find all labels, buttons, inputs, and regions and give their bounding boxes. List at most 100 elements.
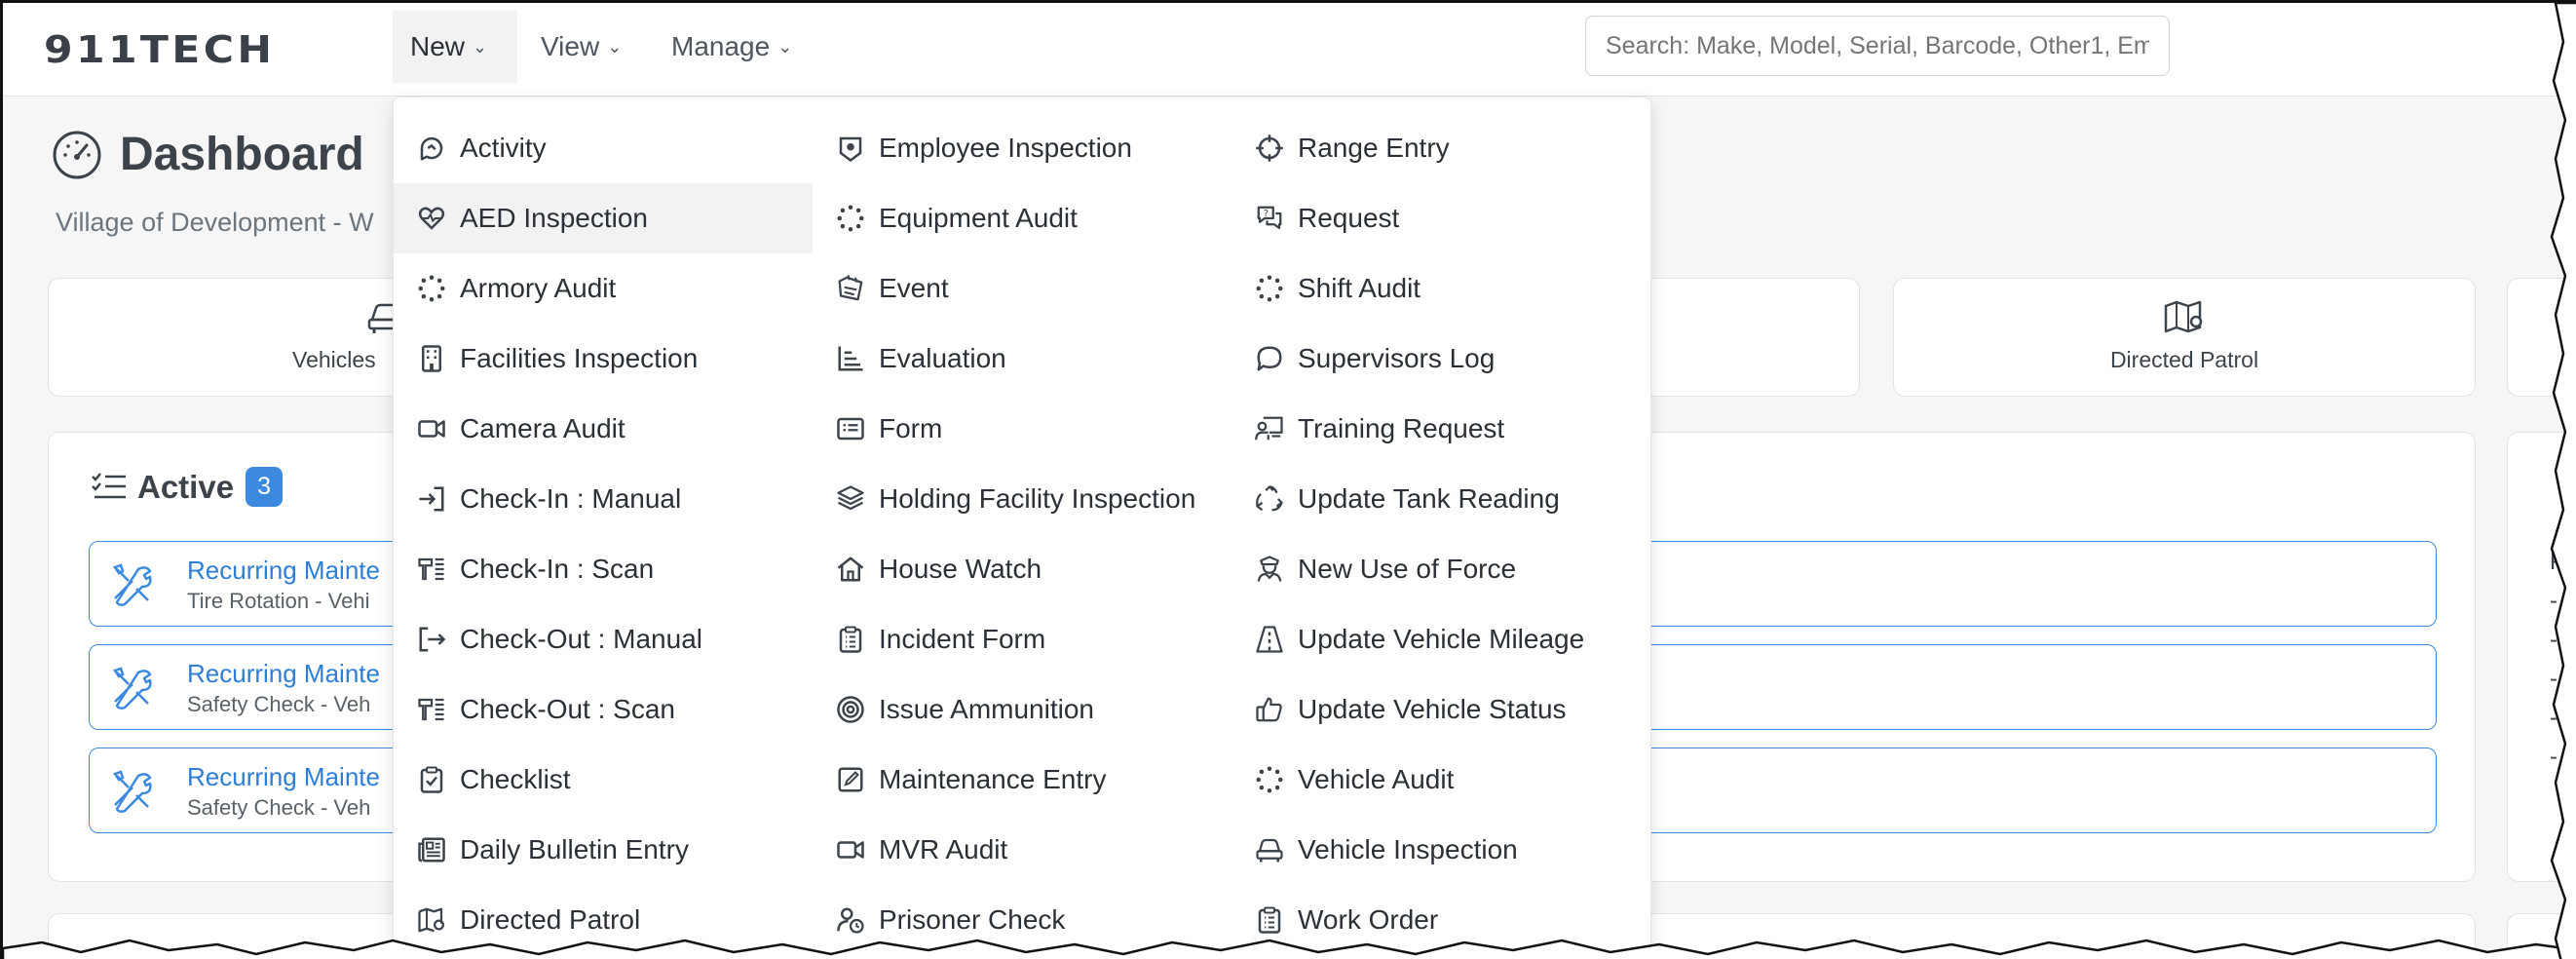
menu-item-event[interactable]: Event bbox=[813, 253, 1231, 324]
task-title[interactable]: Recurring Mainte bbox=[187, 556, 380, 586]
menu-item-form[interactable]: Form bbox=[813, 394, 1231, 464]
menu-item-label: Training Request bbox=[1298, 413, 1505, 443]
menu-item-check-in-manual[interactable]: Check-In : Manual bbox=[394, 464, 813, 534]
task-subtitle: Safety Check - Veh bbox=[187, 795, 371, 820]
sign-out-icon bbox=[419, 627, 446, 652]
task-title[interactable]: Recurring Mainte bbox=[187, 659, 380, 689]
tools-icon bbox=[113, 563, 152, 606]
menu-item-evaluation[interactable]: Evaluation bbox=[813, 324, 1231, 394]
menu-item-label: Evaluation bbox=[879, 343, 1006, 373]
torn-edge-right bbox=[2550, 3, 2576, 959]
menu-item-vehicle-audit[interactable]: Vehicle Audit bbox=[1231, 745, 1650, 815]
id-badge-icon bbox=[839, 136, 862, 163]
menu-item-facilities-inspection[interactable]: Facilities Inspection bbox=[394, 324, 813, 394]
task-title[interactable]: Recurring Mainte bbox=[187, 762, 380, 792]
thumbs-up-icon bbox=[1256, 697, 1282, 722]
torn-edge-bottom bbox=[3, 939, 2576, 959]
house-icon bbox=[837, 556, 864, 582]
menu-item-camera-audit[interactable]: Camera Audit bbox=[394, 394, 813, 464]
menu-item-label: Equipment Audit bbox=[879, 203, 1078, 233]
menu-item-mvr-audit[interactable]: MVR Audit bbox=[813, 815, 1231, 885]
menu-item-label: Supervisors Log bbox=[1298, 343, 1496, 373]
tools-icon bbox=[113, 667, 152, 710]
menu-item-daily-bulletin-entry[interactable]: Daily Bulletin Entry bbox=[394, 815, 813, 885]
menu-item-label: House Watch bbox=[879, 554, 1042, 584]
nav-manage-label: Manage bbox=[671, 31, 771, 61]
svg-text:?: ? bbox=[1264, 209, 1269, 219]
menu-item-label: Incident Form bbox=[879, 624, 1046, 654]
search-input[interactable] bbox=[1585, 16, 2170, 76]
menu-item-label: Facilities Inspection bbox=[460, 343, 699, 373]
barcode-scanner-icon bbox=[418, 557, 444, 581]
menu-item-label: Activity bbox=[460, 133, 547, 163]
menu-item-label: Update Tank Reading bbox=[1298, 483, 1560, 514]
menu-item-shift-audit[interactable]: Shift Audit bbox=[1231, 253, 1650, 324]
nav-manage-menu[interactable]: Manage ⌄ bbox=[654, 11, 810, 83]
menu-item-label: Check-In : Scan bbox=[460, 554, 655, 584]
menu-item-new-use-of-force[interactable]: New Use of Force bbox=[1231, 534, 1650, 604]
menu-item-label: Request bbox=[1298, 203, 1400, 233]
newspaper-icon bbox=[418, 837, 445, 863]
chevron-down-icon: ⌄ bbox=[473, 36, 488, 57]
menu-item-label: Range Entry bbox=[1298, 133, 1450, 163]
tile-directed-patrol[interactable]: Directed Patrol bbox=[1893, 278, 2476, 397]
menu-item-checklist[interactable]: Checklist bbox=[394, 745, 813, 815]
loader-icon bbox=[837, 205, 864, 232]
task-subtitle: Tire Rotation - Vehi bbox=[187, 589, 370, 613]
menu-item-update-tank-reading[interactable]: Update Tank Reading bbox=[1231, 464, 1650, 534]
menu-item-vehicle-inspection[interactable]: Vehicle Inspection bbox=[1231, 815, 1650, 885]
recycle-icon bbox=[1256, 485, 1283, 512]
menu-item-armory-audit[interactable]: Armory Audit bbox=[394, 253, 813, 324]
page-title-text: Dashboard bbox=[120, 129, 364, 180]
nav-new-label: New bbox=[410, 31, 466, 61]
nav-view-menu[interactable]: View ⌄ bbox=[523, 11, 639, 83]
menu-item-label: MVR Audit bbox=[879, 834, 1008, 864]
menu-item-employee-inspection[interactable]: Employee Inspection bbox=[813, 113, 1231, 183]
menu-item-label: Update Vehicle Status bbox=[1298, 694, 1567, 724]
active-title: Active bbox=[137, 468, 235, 505]
menu-item-supervisors-log[interactable]: Supervisors Log bbox=[1231, 324, 1650, 394]
form-icon bbox=[837, 417, 864, 441]
menu-item-label: Shift Audit bbox=[1298, 273, 1421, 303]
menu-item-equipment-audit[interactable]: Equipment Audit bbox=[813, 183, 1231, 253]
loader-icon bbox=[1256, 766, 1283, 793]
menu-item-label: Update Vehicle Mileage bbox=[1298, 624, 1585, 654]
presentation-icon bbox=[1255, 416, 1283, 441]
menu-item-training-request[interactable]: Training Request bbox=[1231, 394, 1650, 464]
menu-item-range-entry[interactable]: Range Entry bbox=[1231, 113, 1650, 183]
menu-item-label: Check-Out : Scan bbox=[460, 694, 675, 724]
active-header: Active 3 bbox=[91, 467, 283, 507]
menu-item-issue-ammunition[interactable]: Issue Ammunition bbox=[813, 674, 1231, 745]
menu-item-check-in-scan[interactable]: Check-In : Scan bbox=[394, 534, 813, 604]
menu-item-update-vehicle-mileage[interactable]: Update Vehicle Mileage bbox=[1231, 604, 1650, 674]
checklist-icon bbox=[92, 472, 126, 498]
calendar-icon bbox=[838, 275, 863, 301]
brand-logo[interactable]: 911TECH bbox=[44, 28, 275, 71]
menu-item-label: Armory Audit bbox=[460, 273, 617, 303]
menu-item-update-vehicle-status[interactable]: Update Vehicle Status bbox=[1231, 674, 1650, 745]
activity-icon bbox=[420, 136, 443, 161]
menu-item-aed-inspection[interactable]: AED Inspection bbox=[394, 183, 813, 253]
menu-item-house-watch[interactable]: House Watch bbox=[813, 534, 1231, 604]
layers-icon bbox=[837, 485, 864, 511]
tile-vehicles-label: Vehicles bbox=[292, 347, 376, 372]
menu-item-activity[interactable]: Activity bbox=[394, 113, 813, 183]
menu-item-label: Vehicle Inspection bbox=[1298, 834, 1518, 864]
tile-directed-patrol-label: Directed Patrol bbox=[2109, 347, 2259, 372]
video-camera-icon bbox=[837, 841, 864, 859]
road-icon bbox=[1256, 626, 1283, 653]
menu-item-check-out-manual[interactable]: Check-Out : Manual bbox=[394, 604, 813, 674]
menu-item-check-out-scan[interactable]: Check-Out : Scan bbox=[394, 674, 813, 745]
menu-item-request[interactable]: ? Request bbox=[1231, 183, 1650, 253]
menu-item-label: Maintenance Entry bbox=[879, 764, 1107, 794]
menu-column-2: Employee Inspection Equipment Audit Event E… bbox=[813, 113, 1231, 955]
edit-icon bbox=[838, 767, 863, 792]
menu-item-label: Checklist bbox=[460, 764, 571, 794]
nav-new-menu[interactable]: New ⌄ bbox=[393, 11, 517, 83]
task-subtitle: Safety Check - Veh bbox=[187, 692, 371, 716]
menu-item-holding-facility-inspection[interactable]: Holding Facility Inspection bbox=[813, 464, 1231, 534]
menu-item-incident-form[interactable]: Incident Form bbox=[813, 604, 1231, 674]
car-icon bbox=[1256, 838, 1283, 863]
active-count-badge: 3 bbox=[246, 467, 283, 507]
menu-item-maintenance-entry[interactable]: Maintenance Entry bbox=[813, 745, 1231, 815]
